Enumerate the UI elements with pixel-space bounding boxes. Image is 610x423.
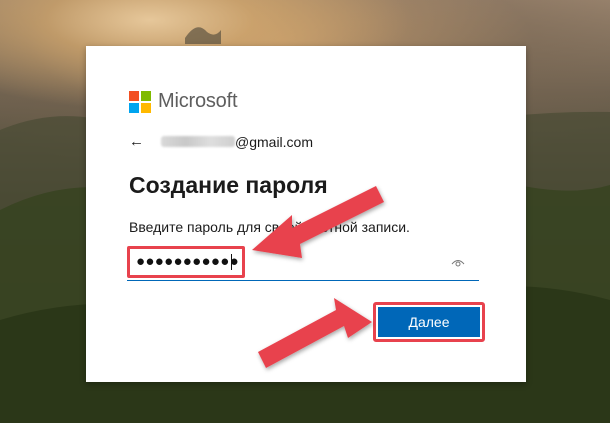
email-redacted [161,136,235,147]
identity-banner: ← @gmail.com [129,133,313,150]
next-button[interactable]: Далее [378,307,480,337]
back-arrow-icon[interactable]: ← [129,133,147,150]
eye-icon[interactable] [451,258,465,268]
text-caret [231,254,232,270]
description-text: Введите пароль для своей учетной записи. [129,219,410,235]
microsoft-logo: Microsoft [129,90,238,113]
signin-card: Microsoft ← @gmail.com Создание пароля В… [86,46,526,382]
password-field[interactable]: ●●●●●●●●●●● [127,246,479,281]
page-title: Создание пароля [129,172,328,198]
email-domain: @gmail.com [235,133,314,150]
password-masked-value[interactable]: ●●●●●●●●●●● [136,253,239,270]
microsoft-logo-text: Microsoft [158,90,238,112]
microsoft-logo-icon [129,90,151,113]
